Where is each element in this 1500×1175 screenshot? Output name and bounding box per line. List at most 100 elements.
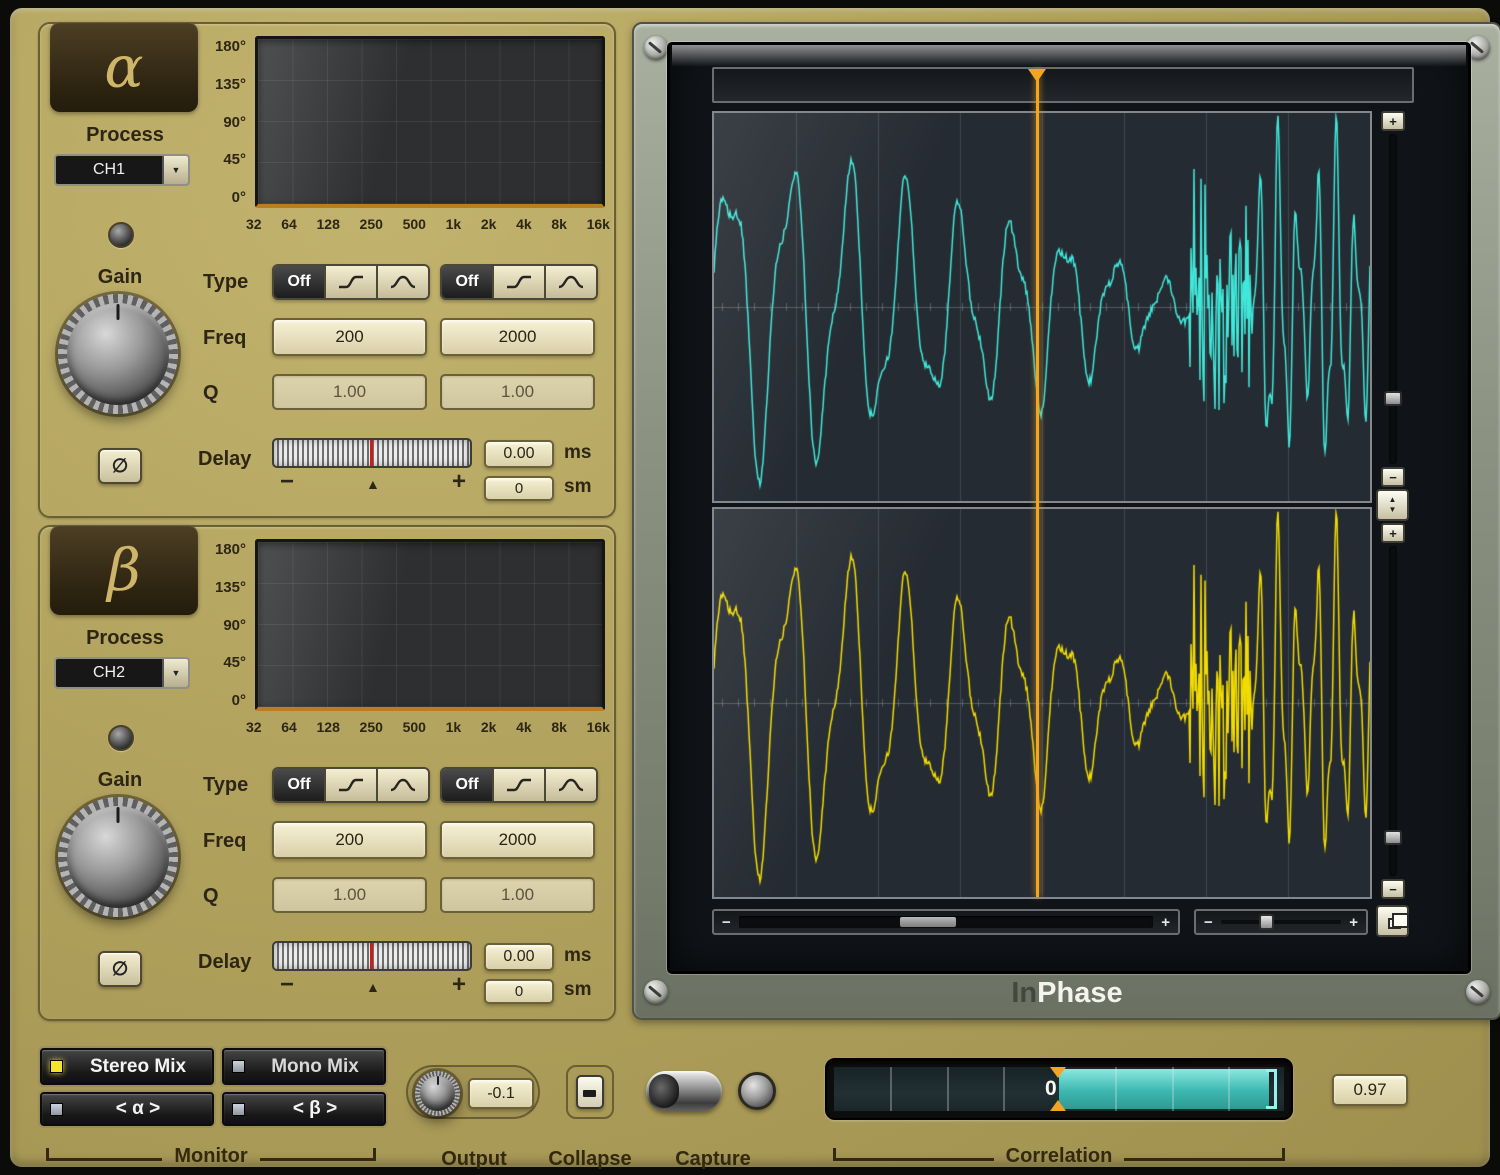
filter1-q-field[interactable]: 1.00 <box>272 374 427 410</box>
vscroll-track[interactable] <box>1389 546 1397 876</box>
delay-minus-button[interactable]: − <box>280 971 294 999</box>
delay-center-marker[interactable]: ▲ <box>366 979 380 995</box>
filter2-bell-button[interactable] <box>544 769 596 801</box>
waveform-canvas-bottom <box>714 509 1370 897</box>
zoom-in-button[interactable]: + <box>1381 111 1405 131</box>
delay-plus-button[interactable]: + <box>452 971 466 999</box>
capture-lever[interactable] <box>646 1071 722 1111</box>
zoom-plus-button[interactable]: + <box>1349 914 1358 931</box>
monitor-alpha-button[interactable]: < α > <box>40 1092 214 1126</box>
playhead-flag[interactable] <box>1028 69 1046 82</box>
filter1-shelf-button[interactable] <box>324 266 376 298</box>
y-tick: 90° <box>223 617 246 634</box>
pages-button[interactable] <box>1376 905 1409 937</box>
y-tick: 45° <box>223 654 246 671</box>
output-knob[interactable] <box>415 1071 460 1116</box>
zoom-out-button[interactable]: − <box>1381 467 1405 487</box>
filter2-q-field[interactable]: 1.00 <box>440 374 595 410</box>
delay-samples-field[interactable]: 0 <box>484 476 554 501</box>
channel-symbol: β <box>107 536 141 604</box>
stereo-mix-button[interactable]: Stereo Mix <box>40 1048 214 1085</box>
delay-center-marker[interactable]: ▲ <box>366 476 380 492</box>
x-tick: 8k <box>551 719 567 735</box>
x-tick: 128 <box>317 216 340 232</box>
hscroll-thumb[interactable] <box>900 917 956 927</box>
correlation-fill <box>1059 1069 1269 1109</box>
zoom-slider-thumb[interactable] <box>1259 914 1274 930</box>
delay-slider[interactable] <box>272 941 472 971</box>
filter2-freq-field[interactable]: 2000 <box>440 821 595 859</box>
waveform-panel-bottom[interactable] <box>712 507 1372 899</box>
overview-strip[interactable] <box>712 67 1414 103</box>
delay-ms-field[interactable]: 0.00 <box>484 440 554 468</box>
zoom-out-button[interactable]: − <box>1381 879 1405 899</box>
waveform-display-frame: + − ▲ ▼ + − − + − + <box>632 22 1500 1020</box>
gain-led <box>108 725 134 751</box>
bracket-line <box>836 1148 994 1161</box>
correlation-tick <box>947 1067 949 1111</box>
filter2-freq-field[interactable]: 2000 <box>440 318 595 356</box>
type-label: Type <box>203 774 248 797</box>
mono-mix-button[interactable]: Mono Mix <box>222 1048 386 1085</box>
phase-invert-button[interactable]: ∅ <box>98 448 142 484</box>
filter1-freq-field[interactable]: 200 <box>272 318 427 356</box>
gain-knob[interactable] <box>58 797 178 917</box>
correlation-marker-icon <box>1050 1067 1066 1078</box>
vscroll-thumb[interactable] <box>1384 830 1402 845</box>
brand-in: In <box>1011 977 1037 1009</box>
filter1-freq-field[interactable]: 200 <box>272 821 427 859</box>
filter1-bell-button[interactable] <box>376 769 428 801</box>
zoom-in-button[interactable]: + <box>1381 523 1405 543</box>
y-tick: 0° <box>232 189 246 206</box>
correlation-meter: 0 <box>825 1058 1293 1120</box>
filter2-shelf-button[interactable] <box>492 769 544 801</box>
correlation-bracket: Correlation <box>833 1148 1285 1171</box>
delay-label: Delay <box>198 448 251 471</box>
filter2-q-field[interactable]: 1.00 <box>440 877 595 913</box>
shelf-icon <box>505 777 533 793</box>
delay-plus-button[interactable]: + <box>452 468 466 496</box>
phase-invert-button[interactable]: ∅ <box>98 951 142 987</box>
zoom-minus-button[interactable]: − <box>1204 914 1213 931</box>
waveform-panel-top[interactable] <box>712 111 1372 503</box>
capture-button[interactable] <box>738 1072 776 1110</box>
output-value-field[interactable]: -0.1 <box>468 1078 534 1109</box>
zoom-slider-track[interactable] <box>1221 920 1341 924</box>
vscroll-thumb[interactable] <box>1384 391 1402 406</box>
collapse-button[interactable] <box>576 1075 604 1109</box>
filter1-off-button[interactable]: Off <box>274 769 324 801</box>
spin-up-icon[interactable]: ▲ <box>1389 495 1397 505</box>
spin-down-icon[interactable]: ▼ <box>1389 505 1397 515</box>
filter1-type-switch: Off <box>272 767 430 803</box>
stereo-mix-label: Stereo Mix <box>72 1056 204 1078</box>
filter2-bell-button[interactable] <box>544 266 596 298</box>
type-label: Type <box>203 271 248 294</box>
filter1-q-field[interactable]: 1.00 <box>272 877 427 913</box>
process-value: CH1 <box>56 156 162 184</box>
filter2-off-button[interactable]: Off <box>442 266 492 298</box>
delay-slider[interactable] <box>272 438 472 468</box>
monitor-beta-button[interactable]: < β > <box>222 1092 386 1126</box>
scroll-right-button[interactable]: + <box>1161 914 1170 931</box>
filter1-bell-button[interactable] <box>376 266 428 298</box>
freq-label: Freq <box>203 327 246 350</box>
filter1-shelf-button[interactable] <box>324 769 376 801</box>
panel-spinner[interactable]: ▲ ▼ <box>1376 489 1409 521</box>
phase-response-graph <box>255 539 605 711</box>
vscroll-track[interactable] <box>1389 134 1397 464</box>
delay-ms-field[interactable]: 0.00 <box>484 943 554 971</box>
waveform-canvas-top <box>714 113 1370 501</box>
filter1-off-button[interactable]: Off <box>274 266 324 298</box>
inphase-plugin-window: α Process CH1 ▼ Gain ∅ 180° 135° 90° 45°… <box>10 8 1490 1167</box>
delay-samples-field[interactable]: 0 <box>484 979 554 1004</box>
filter2-shelf-button[interactable] <box>492 266 544 298</box>
correlation-zero-label: 0 <box>1045 1077 1057 1101</box>
filter2-off-button[interactable]: Off <box>442 769 492 801</box>
delay-minus-button[interactable]: − <box>280 468 294 496</box>
hscroll-track[interactable] <box>739 916 1153 928</box>
filter2-type-switch: Off <box>440 767 598 803</box>
pages-icon <box>1388 918 1401 929</box>
gain-knob[interactable] <box>58 294 178 414</box>
bell-icon <box>557 777 585 793</box>
scroll-left-button[interactable]: − <box>722 914 731 931</box>
